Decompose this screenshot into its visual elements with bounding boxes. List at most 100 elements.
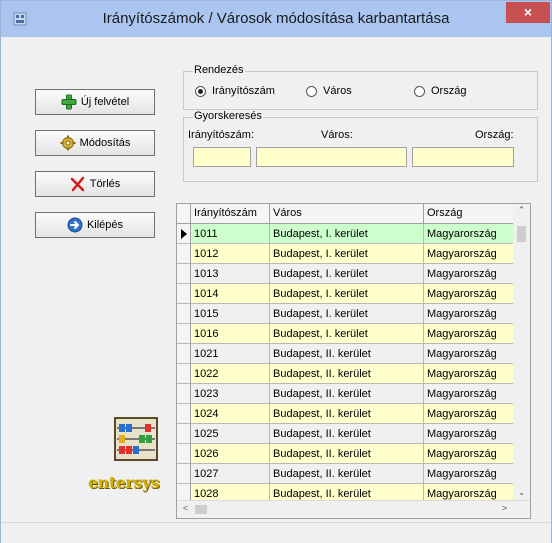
cell-city[interactable]: Budapest, II. kerület	[270, 364, 424, 384]
gear-icon	[60, 135, 76, 151]
table-row[interactable]: 1011 Budapest, I. kerület Magyarország	[177, 224, 515, 244]
delete-button[interactable]: Törlés	[35, 171, 155, 197]
vertical-scrollbar[interactable]: ⌃ ⌄	[513, 204, 530, 500]
cell-city[interactable]: Budapest, II. kerület	[270, 384, 424, 404]
header-city[interactable]: Város	[270, 204, 424, 223]
sort-radio-city-label: Város	[323, 85, 352, 97]
zip-search-input[interactable]	[193, 147, 251, 167]
cell-zip[interactable]: 1012	[191, 244, 270, 264]
new-record-button[interactable]: Új felvétel	[35, 89, 155, 115]
cell-country[interactable]: Magyarország	[424, 424, 515, 444]
sort-radio-country-label: Ország	[431, 85, 467, 97]
row-indicator[interactable]	[177, 424, 191, 444]
table-row[interactable]: 1015 Budapest, I. kerület Magyarország	[177, 304, 515, 324]
sort-radio-country[interactable]: Ország	[414, 85, 466, 97]
table-row[interactable]: 1012 Budapest, I. kerület Magyarország	[177, 244, 515, 264]
cell-city[interactable]: Budapest, I. kerület	[270, 224, 424, 244]
cell-zip[interactable]: 1024	[191, 404, 270, 424]
cell-city[interactable]: Budapest, I. kerület	[270, 264, 424, 284]
cell-country[interactable]: Magyarország	[424, 304, 515, 324]
table-row[interactable]: 1025 Budapest, II. kerület Magyarország	[177, 424, 515, 444]
title-bar[interactable]: Irányítószámok / Városok módosítása karb…	[1, 1, 551, 37]
table-row[interactable]: 1022 Budapest, II. kerület Magyarország	[177, 364, 515, 384]
cell-city[interactable]: Budapest, II. kerület	[270, 444, 424, 464]
row-indicator[interactable]	[177, 364, 191, 384]
exit-button[interactable]: Kilépés	[35, 212, 155, 238]
cell-city[interactable]: Budapest, II. kerület	[270, 344, 424, 364]
cell-country[interactable]: Magyarország	[424, 224, 515, 244]
row-indicator[interactable]	[177, 264, 191, 284]
cell-zip[interactable]: 1022	[191, 364, 270, 384]
sort-radio-city[interactable]: Város	[306, 85, 352, 97]
modify-button[interactable]: Módosítás	[35, 130, 155, 156]
table-row[interactable]: 1021 Budapest, II. kerület Magyarország	[177, 344, 515, 364]
sort-radio-zip-label: Irányítószám	[212, 85, 275, 97]
row-indicator[interactable]	[177, 244, 191, 264]
cell-country[interactable]: Magyarország	[424, 364, 515, 384]
cell-country[interactable]: Magyarország	[424, 404, 515, 424]
cell-zip[interactable]: 1015	[191, 304, 270, 324]
cell-zip[interactable]: 1026	[191, 444, 270, 464]
cell-country[interactable]: Magyarország	[424, 444, 515, 464]
scroll-left-icon[interactable]: <	[177, 503, 194, 513]
delete-label: Törlés	[89, 178, 121, 190]
table-row[interactable]: 1024 Budapest, II. kerület Magyarország	[177, 404, 515, 424]
cell-city[interactable]: Budapest, I. kerület	[270, 244, 424, 264]
cell-zip[interactable]: 1011	[191, 224, 270, 244]
row-indicator[interactable]	[177, 384, 191, 404]
cell-country[interactable]: Magyarország	[424, 344, 515, 364]
table-row[interactable]: 1027 Budapest, II. kerület Magyarország	[177, 464, 515, 484]
row-indicator[interactable]	[177, 464, 191, 484]
entersys-logo: entersys	[88, 473, 160, 492]
close-button[interactable]: ×	[506, 2, 550, 23]
header-indicator	[177, 204, 191, 223]
cell-zip[interactable]: 1013	[191, 264, 270, 284]
city-search-input[interactable]	[256, 147, 407, 167]
cell-country[interactable]: Magyarország	[424, 284, 515, 304]
row-indicator[interactable]	[177, 284, 191, 304]
cell-zip[interactable]: 1025	[191, 424, 270, 444]
table-row[interactable]: 1016 Budapest, I. kerület Magyarország	[177, 324, 515, 344]
row-indicator[interactable]	[177, 444, 191, 464]
table-row[interactable]: 1023 Budapest, II. kerület Magyarország	[177, 384, 515, 404]
cell-city[interactable]: Budapest, I. kerület	[270, 284, 424, 304]
cell-zip[interactable]: 1016	[191, 324, 270, 344]
scroll-thumb[interactable]	[517, 226, 526, 242]
scroll-right-icon[interactable]: >	[496, 503, 513, 513]
new-record-label: Új felvétel	[80, 96, 130, 108]
cell-city[interactable]: Budapest, I. kerület	[270, 324, 424, 344]
row-indicator-current-icon[interactable]	[177, 224, 191, 244]
table-row[interactable]: 1026 Budapest, II. kerület Magyarország	[177, 444, 515, 464]
cell-country[interactable]: Magyarország	[424, 464, 515, 484]
row-indicator[interactable]	[177, 324, 191, 344]
cell-country[interactable]: Magyarország	[424, 324, 515, 344]
horizontal-scrollbar[interactable]: < >	[177, 500, 530, 518]
cell-city[interactable]: Budapest, II. kerület	[270, 464, 424, 484]
cell-city[interactable]: Budapest, II. kerület	[270, 404, 424, 424]
scroll-down-icon[interactable]: ⌄	[513, 487, 530, 498]
zip-grid[interactable]: Irányítószám Város Ország 1011 Budapest, …	[176, 203, 531, 519]
cell-city[interactable]: Budapest, I. kerület	[270, 304, 424, 324]
cell-country[interactable]: Magyarország	[424, 384, 515, 404]
radio-dot	[306, 85, 317, 97]
table-row[interactable]: 1013 Budapest, I. kerület Magyarország	[177, 264, 515, 284]
cell-zip[interactable]: 1023	[191, 384, 270, 404]
sort-radio-zip[interactable]: Irányítószám	[195, 85, 275, 97]
header-zip[interactable]: Irányítószám	[191, 204, 270, 223]
modify-label: Módosítás	[79, 137, 131, 149]
cell-zip[interactable]: 1014	[191, 284, 270, 304]
row-indicator[interactable]	[177, 404, 191, 424]
cell-city[interactable]: Budapest, II. kerület	[270, 424, 424, 444]
cell-zip[interactable]: 1021	[191, 344, 270, 364]
cell-zip[interactable]: 1027	[191, 464, 270, 484]
row-indicator[interactable]	[177, 304, 191, 324]
row-indicator[interactable]	[177, 344, 191, 364]
cell-country[interactable]: Magyarország	[424, 244, 515, 264]
cell-country[interactable]: Magyarország	[424, 264, 515, 284]
table-row[interactable]: 1014 Budapest, I. kerület Magyarország	[177, 284, 515, 304]
country-search-input[interactable]	[412, 147, 514, 167]
header-country[interactable]: Ország	[424, 204, 515, 223]
window-title: Irányítószámok / Városok módosítása karb…	[102, 10, 450, 27]
hscroll-thumb[interactable]	[195, 505, 207, 514]
scroll-up-icon[interactable]: ⌃	[513, 205, 530, 216]
